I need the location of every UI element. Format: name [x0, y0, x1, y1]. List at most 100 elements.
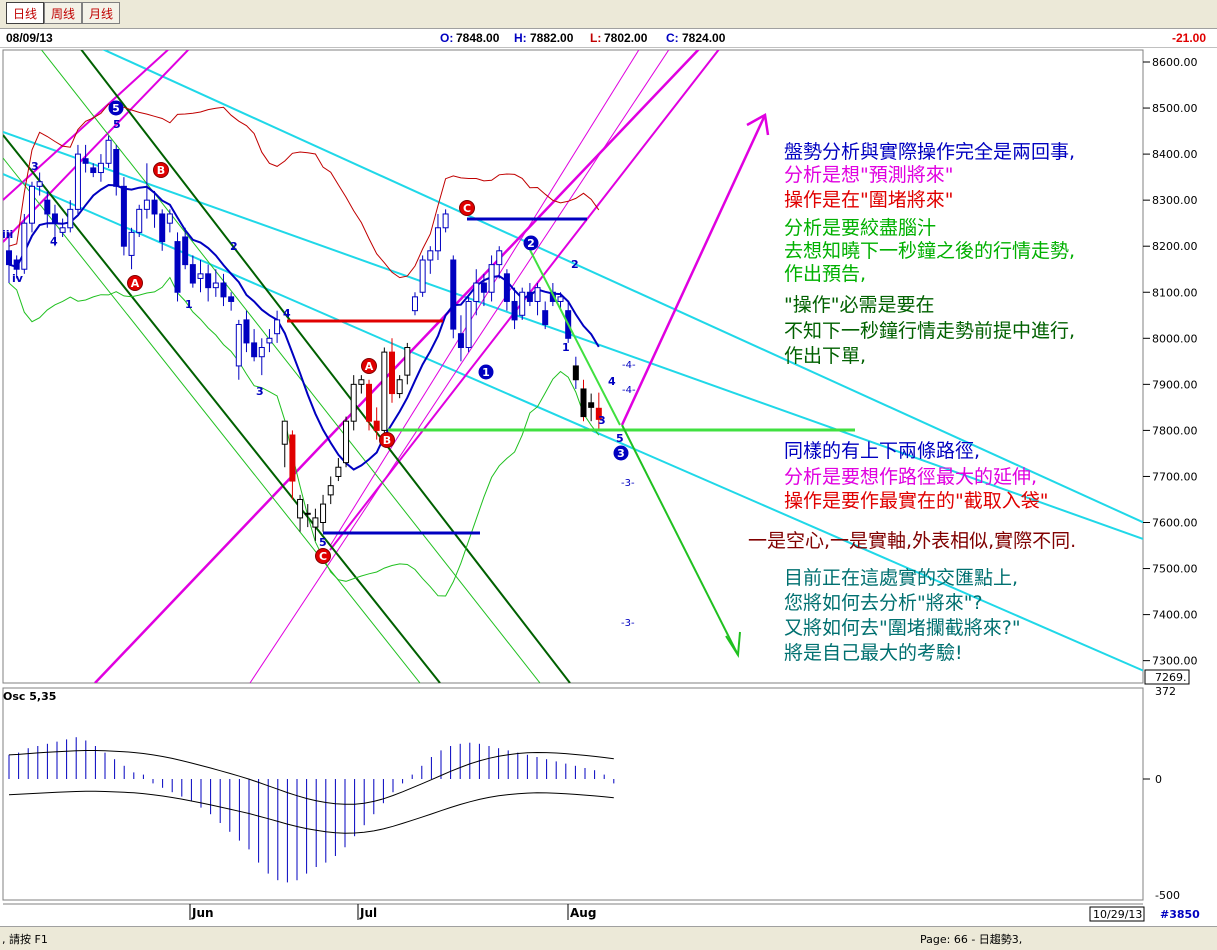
wave-label: 1	[562, 341, 570, 354]
marker-3: 3	[613, 445, 629, 461]
open-value: 7848.00	[456, 31, 500, 45]
annotation-line: 作出預告,	[784, 263, 867, 285]
annotation-line: 不知下一秒鐘行情走勢前提中進行,	[784, 320, 1076, 342]
wave-label: -3-	[621, 618, 635, 629]
time-label: Aug	[570, 906, 596, 920]
price-tick-label: 8400.00	[1152, 148, 1198, 161]
osc-axis: 372 0 -500	[1143, 685, 1180, 902]
wave-label: 5	[113, 118, 121, 131]
price-tick-label: 8200.00	[1152, 240, 1198, 253]
time-label: Jul	[359, 906, 377, 920]
info-bar: 08/09/13 O: 7848.00 H: 7882.00 L: 7802.0…	[0, 30, 1217, 48]
wave-label: 2	[230, 240, 238, 253]
price-tick-label: 7600.00	[1152, 517, 1198, 530]
annotation-line: 您將如何去分析"將來"?	[784, 592, 983, 614]
toolbar: 日线 周线 月线	[0, 0, 1217, 29]
annotation-line: 操作是要作最實在的"截取入袋"	[784, 490, 1049, 512]
high-value: 7882.00	[530, 31, 574, 45]
price-tick-label: 8300.00	[1152, 194, 1198, 207]
candle	[419, 255, 426, 297]
wave-label: -4-	[622, 385, 636, 396]
last-price-label: 7269.	[1155, 671, 1187, 684]
status-page: Page: 66 - 日趨勢3,	[920, 933, 1023, 946]
annotation-line: 將是自己最大的考驗!	[784, 642, 963, 664]
price-tick-label: 8100.00	[1152, 286, 1198, 299]
annotation-line: 同樣的有上下兩條路徑,	[784, 440, 981, 462]
price-tick-label: 7500.00	[1152, 563, 1198, 576]
candle	[74, 144, 81, 214]
annotation-line: 分析是要絞盡腦汁	[784, 217, 937, 239]
wave-label-iii: iii	[2, 228, 13, 241]
osc-bottom-label: -500	[1155, 889, 1180, 902]
marker-A: A	[361, 358, 377, 374]
wave-label: 3	[31, 160, 39, 173]
marker-C: C	[459, 200, 475, 216]
candle	[136, 204, 143, 237]
price-tick-label: 7400.00	[1152, 609, 1198, 622]
svg-text:B: B	[157, 164, 165, 177]
price-axis: 8600.00 8500.00 8400.00 8300.00 8200.00 8100.…	[1143, 56, 1198, 668]
annotation-line: 分析是要想作路徑最大的延伸,	[784, 466, 1038, 488]
marker-2: 2	[523, 235, 539, 251]
marker-1: 1	[478, 364, 494, 380]
marker-A: A	[127, 275, 143, 291]
wave-label: -4-	[622, 360, 636, 371]
time-label: Jun	[191, 906, 214, 920]
annotation-line: 分析是想"預測將來"	[784, 164, 954, 186]
price-tick-label: 8500.00	[1152, 102, 1198, 115]
low-label: L:	[590, 31, 602, 45]
tab-weekly[interactable]: 周线	[44, 2, 82, 24]
wave-label: 5	[319, 536, 327, 549]
svg-text:5: 5	[112, 102, 120, 115]
wave-label: 4	[50, 235, 58, 248]
date-box-label: 10/29/13	[1093, 908, 1142, 921]
wave-label: 1	[185, 298, 193, 311]
annotation-line: 去想知曉下一秒鐘之後的行情走勢,	[784, 240, 1076, 262]
svg-text:3: 3	[617, 447, 625, 460]
price-tick-label: 7800.00	[1152, 424, 1198, 437]
osc-top-label: 372	[1155, 685, 1176, 698]
osc-zero-label: 0	[1155, 773, 1162, 786]
annotation-line: 目前正在這處實的交匯點上,	[784, 567, 1019, 589]
candle	[105, 135, 112, 168]
annotation-line: 一是空心,一是實軸,外表相似,實際不同.	[748, 530, 1077, 552]
annotation-line: 又將如何去"圍堵攔截將來?"	[784, 617, 1021, 639]
wave-label: 4	[608, 375, 616, 388]
osc-title: Osc 5,35	[3, 690, 56, 703]
candle	[343, 416, 350, 468]
close-label: C:	[666, 31, 679, 45]
price-tick-label: 7900.00	[1152, 378, 1198, 391]
svg-text:C: C	[463, 202, 471, 215]
candle	[519, 287, 526, 320]
svg-text:C: C	[319, 550, 327, 563]
status-help: , 請按 F1	[2, 933, 48, 946]
wave-label: 5	[616, 432, 624, 445]
status-bar: , 請按 F1 Page: 66 - 日趨勢3,	[0, 926, 1217, 950]
candle	[465, 296, 472, 353]
marker-B: B	[379, 432, 395, 448]
price-tick-label: 8600.00	[1152, 56, 1198, 69]
wave-label: 3	[256, 385, 264, 398]
price-tick-label: 7700.00	[1152, 470, 1198, 483]
marker-5: 5	[108, 100, 124, 116]
wave-label: -3-	[621, 478, 635, 489]
open-label: O:	[440, 31, 454, 45]
tab-daily[interactable]: 日线	[6, 2, 44, 24]
tab-monthly[interactable]: 月线	[82, 2, 120, 24]
marker-C: C	[315, 548, 331, 564]
code-label: #3850	[1160, 908, 1200, 921]
svg-text:1: 1	[482, 366, 490, 379]
wave-label-iv: iv	[12, 272, 24, 285]
candle	[450, 255, 457, 339]
wave-label: 3	[598, 414, 606, 427]
svg-text:A: A	[365, 360, 374, 373]
marker-B: B	[153, 162, 169, 178]
svg-text:2: 2	[527, 237, 535, 250]
annotation-line: "操作"必需是要在	[784, 294, 935, 316]
annotation-line: 盤勢分析與實際操作完全是兩回事,	[784, 141, 1076, 163]
annotation-line: 操作是在"圍堵將來"	[784, 189, 954, 211]
price-tick-label: 8000.00	[1152, 332, 1198, 345]
candle	[174, 232, 181, 302]
low-value: 7802.00	[604, 31, 648, 45]
annotation-line: 作出下單,	[784, 345, 867, 367]
